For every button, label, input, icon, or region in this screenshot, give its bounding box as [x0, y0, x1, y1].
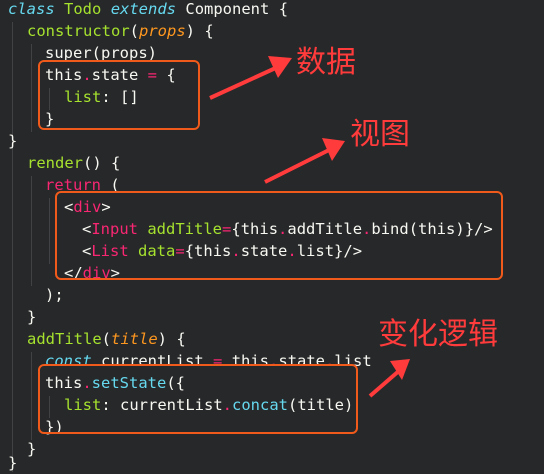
annotation-logic-label: 变化逻辑 — [378, 317, 498, 352]
arrow-data — [209, 56, 410, 398]
annotation-data-label: 数据 — [296, 45, 356, 80]
code-editor: class Todo extends Component { construct… — [0, 0, 544, 474]
annotation-view-label: 视图 — [350, 117, 410, 152]
